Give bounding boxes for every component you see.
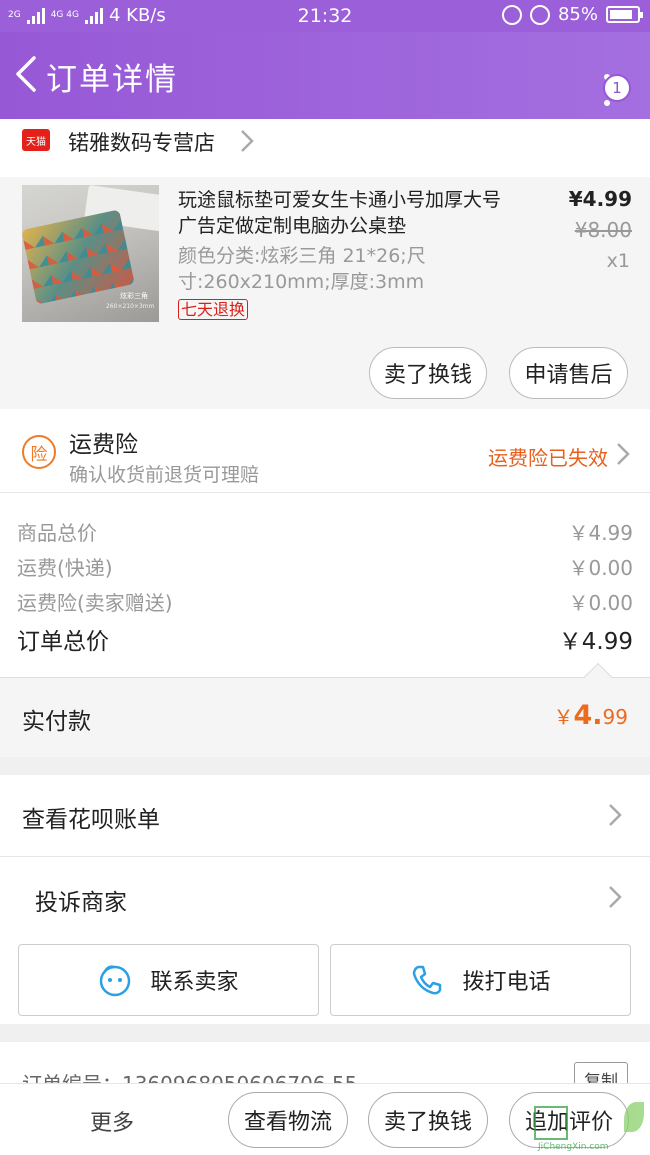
item-quantity: x1	[606, 250, 630, 272]
chevron-right-icon	[617, 443, 630, 465]
item-price: ¥4.99	[568, 187, 632, 211]
actual-payment-amount: ￥4.99	[554, 700, 629, 731]
alarm-icon	[529, 4, 550, 25]
summary-label: 商品总价	[17, 521, 97, 545]
shop-row[interactable]: 天猫 锘雅数码专营店	[0, 119, 650, 177]
summary-label: 运费险(卖家赠送)	[17, 591, 173, 615]
battery-fill	[610, 10, 633, 19]
complain-label: 投诉商家	[35, 890, 127, 916]
phone-icon	[413, 965, 442, 995]
actual-payment-row: 实付款 ￥4.99	[0, 662, 650, 757]
contact-seller-label: 联系卖家	[150, 970, 239, 995]
watermark-text: JiChengXin.com	[538, 1142, 609, 1152]
return-policy-tag: 七天退换	[178, 299, 249, 320]
summary-row: 运费险(卖家赠送) ￥0.00	[17, 587, 633, 616]
order-total-value: ￥4.99	[558, 629, 633, 655]
rotation-lock-icon	[501, 4, 522, 25]
summary-value: ￥0.00	[568, 556, 633, 580]
item-original-price: ¥8.00	[574, 218, 632, 242]
summary-label: 运费(快递)	[17, 556, 113, 580]
contact-seller-button[interactable]: 联系卖家	[18, 944, 319, 1016]
sell-button[interactable]: 卖了换钱	[368, 1092, 488, 1148]
aftersale-button[interactable]: 申请售后	[509, 347, 628, 399]
contact-actions: 联系卖家 拨打电话	[0, 936, 650, 1024]
huabei-bill-row[interactable]: 查看花呗账单	[0, 775, 650, 857]
tmall-logo-icon: 天猫	[22, 129, 50, 151]
chevron-right-icon	[609, 804, 622, 826]
watermark-logo-icon	[534, 1106, 568, 1140]
amount-integer: 4.	[573, 700, 603, 731]
battery-percent: 85%	[557, 4, 598, 25]
image-caption-size: 260×210×3mm	[106, 303, 155, 310]
call-button[interactable]: 拨打电话	[330, 944, 631, 1016]
chat-face-icon	[100, 965, 131, 997]
actual-payment-label: 实付款	[22, 709, 91, 735]
chevron-right-icon	[609, 886, 622, 908]
product-image[interactable]: 炫彩三角 260×210×3mm	[22, 185, 159, 322]
shop-name[interactable]: 锘雅数码专营店	[68, 127, 215, 157]
summary-value: ￥4.99	[568, 521, 633, 545]
sell-button[interactable]: 卖了换钱	[369, 347, 487, 399]
site-watermark: JiChengXin.com	[532, 1100, 650, 1155]
leaf-icon	[624, 1102, 644, 1132]
order-total-row: 订单总价 ￥4.99	[17, 622, 633, 656]
shipping-insurance-row[interactable]: 险 运费险 确认收货前退货可理赔 运费险已失效	[0, 409, 650, 493]
image-caption: 炫彩三角	[120, 292, 148, 300]
chevron-right-icon	[241, 130, 254, 152]
view-logistics-button[interactable]: 查看物流	[228, 1092, 348, 1148]
complain-row[interactable]: 投诉商家	[0, 857, 650, 936]
huabei-bill-label: 查看花呗账单	[22, 807, 160, 833]
product-title[interactable]: 玩途鼠标垫可爱女生卡通小号加厚大号广告定做定制电脑办公桌垫	[178, 187, 518, 239]
back-arrow-icon[interactable]	[12, 54, 42, 94]
more-button[interactable]: 更多	[90, 1105, 134, 1137]
order-item[interactable]: 炫彩三角 260×210×3mm 玩途鼠标垫可爱女生卡通小号加厚大号广告定做定制…	[0, 177, 650, 409]
insurance-icon: 险	[22, 435, 56, 469]
battery-icon	[606, 6, 643, 23]
status-bar: 2G 4G 4G 4 KB/s 21:32 85%	[0, 0, 650, 32]
summary-row: 运费(快递) ￥0.00	[17, 552, 633, 581]
insurance-subtitle: 确认收货前退货可理赔	[69, 464, 260, 486]
mousepad-shape	[22, 209, 135, 305]
insurance-status: 运费险已失效	[488, 446, 608, 470]
price-summary: 商品总价 ￥4.99 运费(快递) ￥0.00 运费险(卖家赠送) ￥0.00 …	[0, 493, 650, 677]
page-title: 订单详情	[46, 62, 178, 98]
currency-symbol: ￥	[553, 705, 574, 729]
summary-value: ￥0.00	[568, 591, 633, 615]
call-label: 拨打电话	[462, 970, 551, 995]
summary-row: 商品总价 ￥4.99	[17, 517, 633, 546]
status-right: 85%	[501, 4, 643, 25]
insurance-title: 运费险	[69, 432, 138, 458]
nav-bar: 订单详情 1	[0, 32, 650, 119]
product-sku: 颜色分类:炫彩三角 21*26;尺寸:260x210mm;厚度:3mm	[178, 245, 426, 293]
order-total-label: 订单总价	[17, 629, 109, 655]
notification-badge[interactable]: 1	[603, 74, 631, 102]
amount-decimal: 99	[602, 705, 628, 729]
